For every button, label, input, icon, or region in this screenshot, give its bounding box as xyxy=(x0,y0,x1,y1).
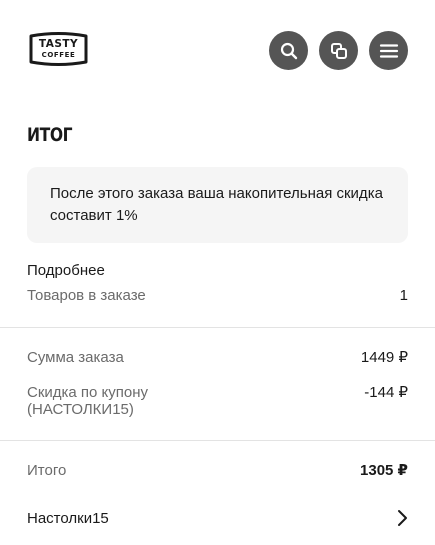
chevron-right-icon xyxy=(396,509,408,527)
order-sum-row: Сумма заказа 1449 ₽ xyxy=(27,349,408,367)
coupon-link-label: Настолки15 xyxy=(27,509,109,527)
page-title: ИТОГ xyxy=(27,124,73,146)
divider xyxy=(0,327,435,328)
header: TASTY COFFEE xyxy=(0,0,435,100)
total-row: Итого 1305 ₽ xyxy=(27,462,408,480)
loyalty-info-text: После этого заказа ваша накопительная ск… xyxy=(50,185,383,224)
order-sum-label: Сумма заказа xyxy=(27,349,124,366)
menu-button[interactable] xyxy=(369,31,408,70)
order-sum-value: 1449 ₽ xyxy=(360,349,408,366)
compare-icon xyxy=(330,42,347,59)
search-button[interactable] xyxy=(269,31,308,70)
coupon-discount-value: -144 ₽ xyxy=(364,384,408,401)
compare-button[interactable] xyxy=(319,31,358,70)
checkout-summary-page: TASTY COFFEE ИТОГ После этого заказа ваш… xyxy=(0,0,435,545)
logo-text-coffee: COFFEE xyxy=(41,51,76,59)
details-heading: Подробнее xyxy=(27,262,105,279)
items-count-value: 1 xyxy=(399,287,408,304)
loyalty-info-box: После этого заказа ваша накопительная ск… xyxy=(27,167,408,243)
coupon-discount-label: Скидка по купону (НАСТОЛКИ15) xyxy=(27,384,149,418)
items-count-row: Товаров в заказе 1 xyxy=(27,287,408,305)
divider xyxy=(0,440,435,441)
coupon-discount-row: Скидка по купону (НАСТОЛКИ15) -144 ₽ xyxy=(27,384,408,418)
logo-text-tasty: TASTY xyxy=(38,38,79,50)
menu-icon xyxy=(379,43,398,58)
search-icon xyxy=(280,42,297,59)
items-count-label: Товаров в заказе xyxy=(27,287,146,304)
total-label: Итого xyxy=(27,462,67,479)
coupon-link[interactable]: Настолки15 xyxy=(27,509,408,527)
tasty-coffee-logo[interactable]: TASTY COFFEE xyxy=(27,31,90,67)
total-value: 1305 ₽ xyxy=(360,462,408,479)
